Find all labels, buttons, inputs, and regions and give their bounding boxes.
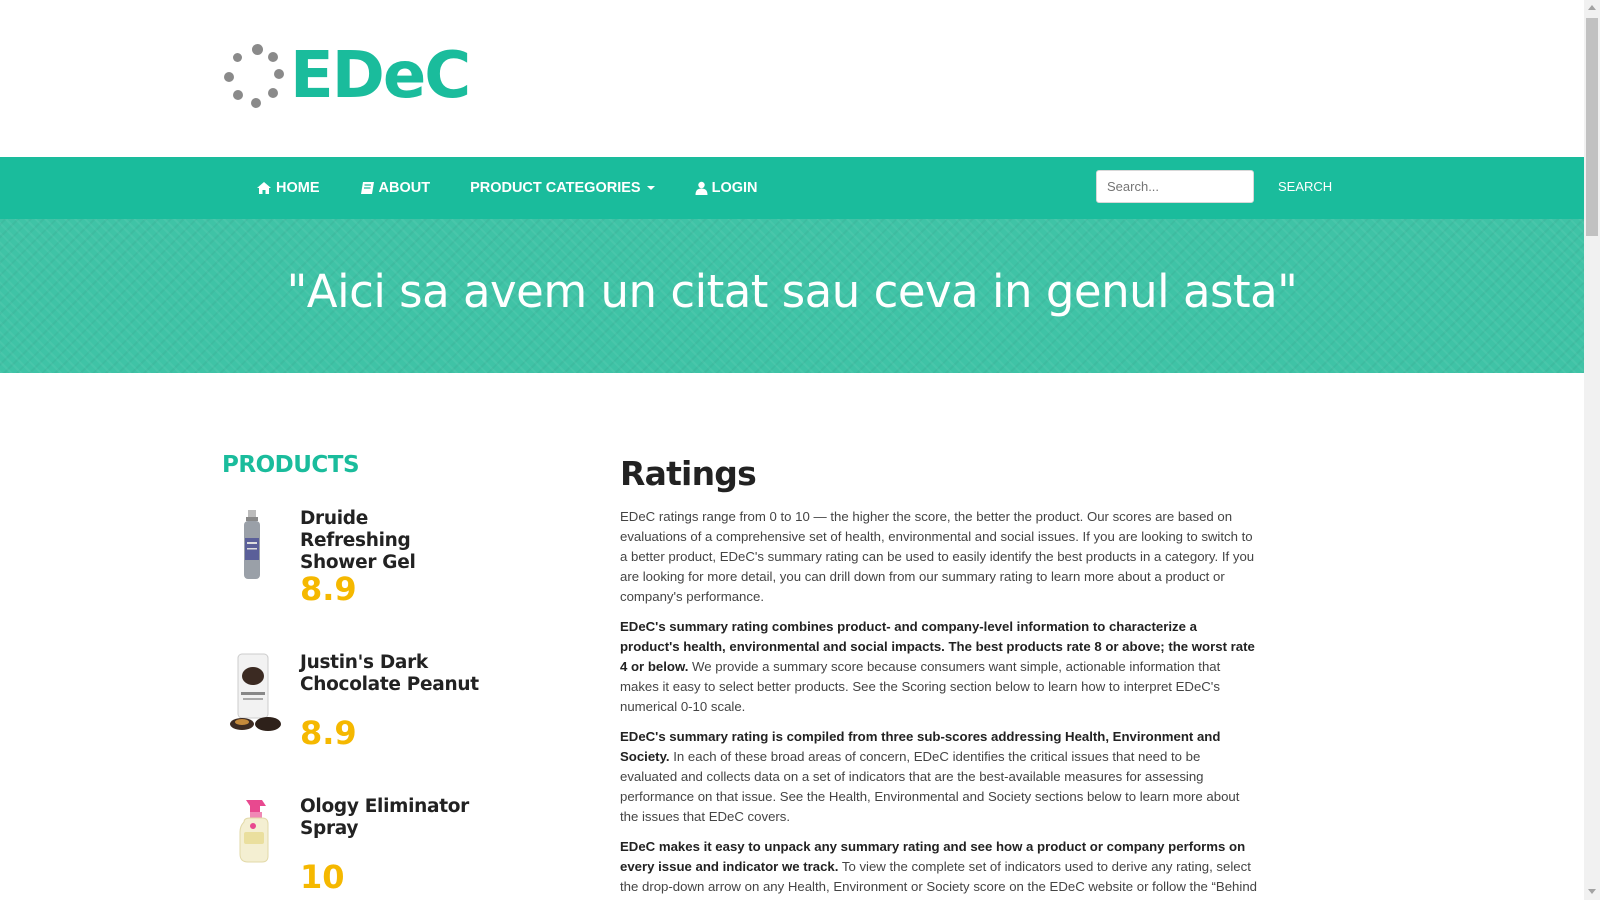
peanut-cup-image — [230, 653, 281, 731]
hero-quote: "Aici sa avem un citat sau ceva in genul… — [286, 265, 1298, 318]
ratings-content: EDeC ratings range from 0 to 10 — the hi… — [620, 507, 1260, 900]
brand-name: EDeC — [290, 39, 471, 113]
nav-label-login: LOGIN — [711, 180, 758, 196]
user-icon — [695, 181, 708, 195]
product-name: Druide Refreshing Shower Gel — [300, 508, 416, 573]
paragraph-text: We provide a summary score because consu… — [620, 659, 1221, 714]
scroll-up-icon[interactable] — [1588, 5, 1596, 10]
ratings-heading: Ratings — [620, 454, 757, 493]
product-score: 8.9 — [300, 570, 357, 608]
book-icon — [360, 182, 374, 194]
product-name: Justin's Dark Chocolate Peanut — [300, 652, 479, 695]
nav-item-about[interactable]: ABOUT — [340, 180, 451, 196]
product-card[interactable]: Justin's Dark Chocolate Peanut 8.9 — [222, 652, 482, 772]
product-card[interactable]: Ology Eliminator Spray 10 — [222, 796, 482, 900]
nav-label-about: ABOUT — [378, 180, 431, 196]
nav-item-product-categories[interactable]: PRODUCT CATEGORIES — [450, 180, 675, 196]
paragraph-text: In each of these broad areas of concern,… — [620, 749, 1240, 824]
scroll-down-icon[interactable] — [1588, 889, 1596, 894]
nav-label-home: HOME — [276, 180, 320, 196]
products-heading: PRODUCTS — [222, 452, 360, 478]
nav-menu: HOME ABOUT PRODUCT CATEGORIES LOGIN — [236, 157, 778, 219]
dots-circle-logo-icon — [222, 40, 288, 112]
page-scrollbar[interactable] — [1584, 0, 1600, 900]
nav-item-login[interactable]: LOGIN — [675, 180, 778, 196]
ratings-paragraph: EDeC's summary rating is compiled from t… — [620, 727, 1260, 827]
caret-down-icon — [646, 186, 655, 190]
ratings-paragraph: EDeC's summary rating combines product- … — [620, 617, 1260, 717]
search-button[interactable]: SEARCH — [1268, 170, 1342, 203]
search-input[interactable] — [1096, 170, 1254, 203]
main-navbar: HOME ABOUT PRODUCT CATEGORIES LOGIN — [0, 157, 1584, 219]
hero-banner: "Aici sa avem un citat sau ceva in genul… — [0, 219, 1584, 373]
paragraph-text: EDeC ratings range from 0 to 10 — the hi… — [620, 509, 1255, 604]
page: EDeC HOME ABOUT PRODUCT CATEGORIES LOGIN… — [0, 0, 1584, 900]
nav-label-product-categories: PRODUCT CATEGORIES — [470, 180, 641, 196]
shower-gel-image — [244, 510, 260, 579]
spray-bottle-image — [239, 800, 269, 863]
home-icon — [257, 182, 271, 194]
product-card[interactable]: Druide Refreshing Shower Gel 8.9 — [222, 508, 482, 628]
scrollbar-thumb[interactable] — [1586, 18, 1598, 236]
brand-logo[interactable]: EDeC — [222, 39, 471, 113]
product-score: 10 — [300, 858, 345, 896]
product-name: Ology Eliminator Spray — [300, 796, 469, 839]
ratings-paragraph: EDeC makes it easy to unpack any summary… — [620, 837, 1260, 900]
product-score: 8.9 — [300, 714, 357, 752]
nav-item-home[interactable]: HOME — [236, 180, 340, 196]
ratings-paragraph: EDeC ratings range from 0 to 10 — the hi… — [620, 507, 1260, 607]
